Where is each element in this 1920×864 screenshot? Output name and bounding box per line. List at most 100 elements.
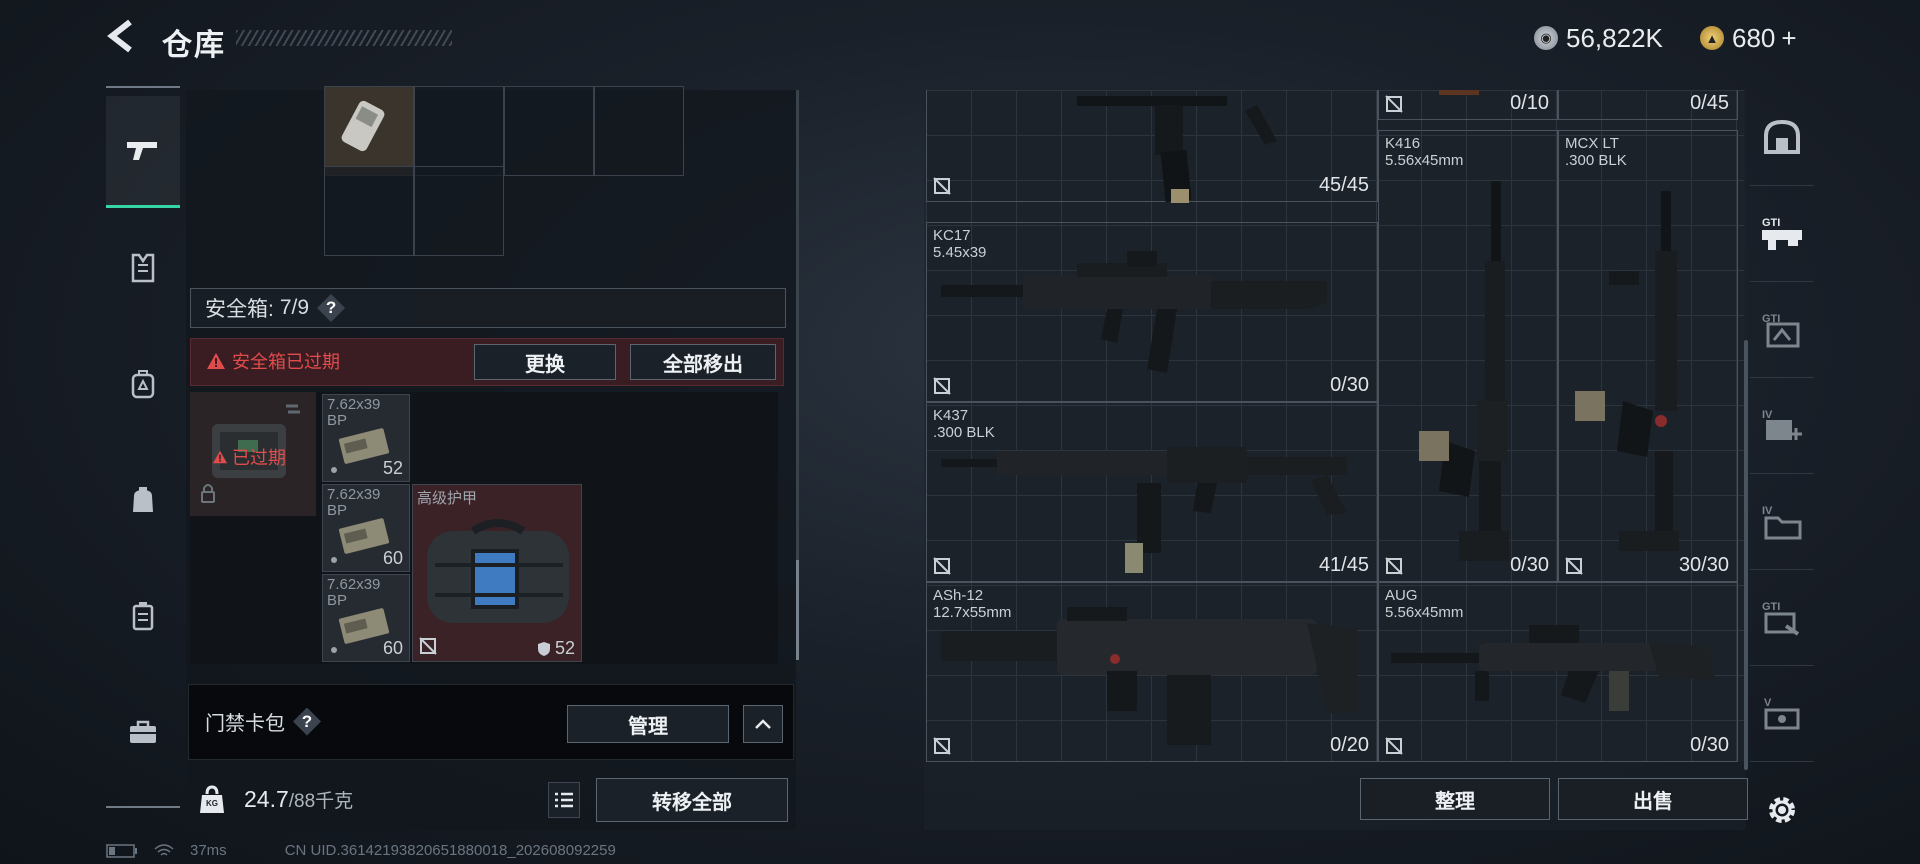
chevron-up-icon: [755, 719, 771, 729]
rail-item-bag[interactable]: [106, 444, 180, 556]
storage-slot[interactable]: [324, 166, 414, 256]
weapon-cell[interactable]: 0/10: [1378, 90, 1558, 120]
rail-item-backpack[interactable]: [106, 328, 180, 440]
storage-slot[interactable]: [594, 86, 684, 176]
weapon-cell[interactable]: K416 5.56x45mm 0/30: [1378, 130, 1558, 582]
rail-item-iv-folder[interactable]: IV: [1750, 474, 1814, 570]
ammo-item[interactable]: 7.62x39 BP 60: [322, 484, 410, 572]
sell-button[interactable]: 出售: [1558, 778, 1748, 820]
mcx-rifle-icon: [1575, 191, 1679, 551]
safe-box-capacity: 7/9: [279, 296, 310, 319]
gti-hand-icon: GTI: [1762, 601, 1800, 636]
vest-icon: [131, 253, 155, 283]
storage-slot[interactable]: [414, 166, 504, 256]
page-title: 仓库: [162, 29, 226, 62]
k437-rifle-icon: [941, 447, 1347, 573]
manage-button[interactable]: 管理: [567, 705, 729, 743]
rail-item-gti-mod[interactable]: GTI: [1750, 282, 1814, 378]
armor-item[interactable]: 高级护甲 52: [412, 484, 582, 662]
ammo-item[interactable]: 7.62x39 BP 60: [322, 574, 410, 662]
no-insurance-icon: [1385, 557, 1403, 575]
storage-slot-item[interactable]: [324, 86, 414, 176]
armor-durability: 52: [537, 638, 575, 659]
rail-item-toolbox[interactable]: [106, 676, 180, 788]
rail-item-gti-rifle[interactable]: GTI: [1750, 186, 1814, 282]
weapon-cell[interactable]: MCX LT .300 BLK 30/30: [1558, 130, 1738, 582]
weapon-cell[interactable]: 0/45: [1558, 90, 1738, 120]
ping-text: 37ms: [190, 842, 227, 859]
rail-item-vest[interactable]: [106, 212, 180, 324]
sort-button[interactable]: 整理: [1360, 778, 1550, 820]
replace-button[interactable]: 更换: [474, 344, 616, 380]
rail-item-v-card[interactable]: V: [1750, 666, 1814, 762]
rail-item-iv-add[interactable]: IV: [1750, 378, 1814, 474]
gti-mod-icon: GTI: [1762, 313, 1800, 347]
right-category-rail: GTI GTI IV IV GTI V: [1750, 90, 1814, 830]
rail-item-pistol[interactable]: [106, 96, 180, 208]
rail-item-gti-hand[interactable]: GTI: [1750, 570, 1814, 666]
no-insurance-icon: [1565, 557, 1583, 575]
currency-primary[interactable]: ◉ 56,822K: [1534, 22, 1663, 54]
svg-text:GTI: GTI: [1762, 217, 1780, 229]
no-insurance-icon: [933, 737, 951, 755]
armor-bag-icon: [427, 519, 569, 623]
shield-icon: [537, 641, 550, 656]
warning-icon: [213, 450, 227, 464]
k416-rifle-icon: [1419, 181, 1509, 561]
weapon-cell[interactable]: 45/45: [926, 90, 1378, 203]
safe-box-help-icon[interactable]: ?: [317, 294, 346, 322]
safe-box-case[interactable]: 已过期: [190, 392, 316, 516]
back-button[interactable]: [104, 18, 140, 54]
weapon-label: K437.300 BLK: [933, 407, 995, 441]
weapon-grid: 45/45 0/10 0/45 KC17 5.45x39 0/30 K416 5.5…: [926, 90, 1744, 762]
left-scrollbar-thumb[interactable]: [796, 560, 799, 660]
svg-text:IV: IV: [1762, 505, 1773, 517]
bag-icon: [133, 487, 153, 512]
weapon-cell[interactable]: AUG 5.56x45mm 0/30: [1378, 582, 1738, 762]
rifle-icon: [1077, 96, 1277, 203]
expired-badge: 已过期: [212, 444, 286, 470]
left-scrollbar-track[interactable]: [796, 90, 799, 660]
title-decoration: [236, 30, 452, 46]
right-scrollbar[interactable]: [1744, 340, 1748, 770]
transfer-all-button[interactable]: 转移全部: [596, 778, 788, 822]
weapon-ammo-count: 30/30: [1678, 554, 1729, 576]
weight-current: 24.7: [244, 786, 289, 812]
collapse-button[interactable]: [743, 705, 783, 743]
settings-button[interactable]: [1750, 762, 1814, 858]
no-insurance-icon: [419, 637, 437, 655]
rail-item-container[interactable]: [106, 560, 180, 672]
storage-slot[interactable]: [414, 86, 504, 176]
rail-item-helmet[interactable]: [1750, 90, 1814, 186]
list-view-button[interactable]: [548, 782, 580, 818]
remove-all-button[interactable]: 全部移出: [630, 344, 776, 380]
weight-bar: KG 24.7/88千克 转移全部: [186, 772, 794, 828]
safe-box-grid: 已过期 7.62x39 BP 52 7.62x39 BP 60 7.62x39 BP …: [190, 392, 778, 664]
currency-add-icon[interactable]: +: [1781, 23, 1796, 54]
weapon-cell[interactable]: KC17 5.45x39 0/30: [926, 222, 1378, 402]
currency-secondary-value: 680: [1732, 22, 1776, 53]
svg-text:V: V: [1764, 697, 1772, 709]
ammo-item[interactable]: 7.62x39 BP 52: [322, 394, 410, 482]
weapon-label: ASh-12 12.7x55mm: [933, 587, 1012, 621]
weapon-ammo-count: 0/30: [1510, 554, 1549, 576]
weapon-ammo-count: 45/45: [1318, 174, 1369, 196]
left-category-rail: [106, 86, 180, 808]
v-card-icon: V: [1764, 697, 1800, 729]
weapon-ammo-count: 0/10: [1510, 92, 1549, 114]
storage-slot[interactable]: [504, 86, 594, 176]
ammo-count: 52: [382, 458, 403, 478]
gti-rifle-icon: GTI: [1762, 217, 1802, 250]
ammo-label: 7.62x39 BP: [327, 396, 381, 429]
weapon-label: AUG 5.56x45mm: [1385, 587, 1464, 621]
no-insurance-icon: [1385, 737, 1403, 755]
weapon-cell[interactable]: ASh-12 12.7x55mm 0/20: [926, 582, 1378, 762]
list-icon: [555, 792, 573, 808]
currency-secondary[interactable]: ▲ 680 +: [1700, 22, 1797, 54]
weapon-ammo-count: 41/45: [1318, 554, 1369, 576]
weapon-cell[interactable]: K437.300 BLK 41/45: [926, 402, 1378, 582]
ammo-count: 60: [382, 638, 403, 658]
weight-readout: 24.7/88千克: [244, 786, 353, 813]
keycard-help-icon[interactable]: ?: [293, 707, 321, 736]
ammo-label: 7.62x39 BP: [327, 486, 381, 519]
